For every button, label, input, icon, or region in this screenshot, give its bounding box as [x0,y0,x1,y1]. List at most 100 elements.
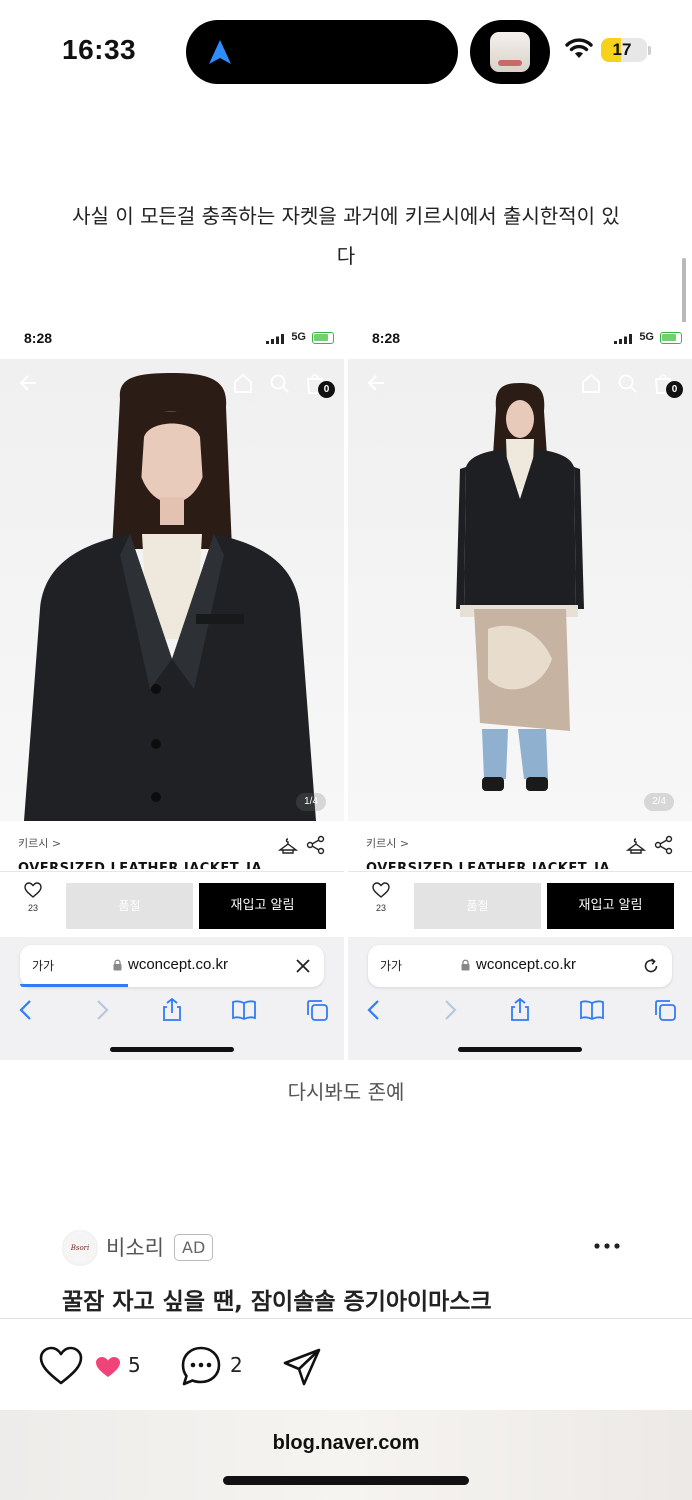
forward-icon[interactable] [88,997,114,1023]
product-photo[interactable]: 0 1/4 [0,359,344,821]
mini-battery-icon [312,332,334,344]
wishlist-count: 23 [375,903,386,913]
mini-time: 8:28 [24,330,53,346]
mini-status-bar: 8:28 5G [348,322,692,359]
lock-icon [461,959,470,971]
like-heart-icon[interactable] [38,1345,84,1387]
restock-alert-button[interactable]: 재입고 알림 [199,883,326,929]
share-sheet-icon[interactable] [159,997,185,1023]
hanger-icon[interactable] [626,835,646,855]
address-domain: wconcept.co.kr [476,956,577,973]
hanger-icon[interactable] [278,835,298,855]
brand-link[interactable]: 키르시 > [18,835,61,851]
product-name: OVERSIZED LEATHER JACKET_JA [366,861,611,869]
forward-icon[interactable] [436,997,462,1023]
model-full-body-image [456,383,584,791]
product-name: OVERSIZED LEATHER JACKET_JA [18,861,263,869]
sold-out-button: 품절 [414,883,541,929]
status-time: 16:33 [62,34,137,65]
safari-toolbar: 가가 wconcept.co.kr [348,937,692,1060]
close-icon[interactable] [294,957,312,975]
wishlist-button[interactable]: 23 [18,882,48,913]
post-action-bar: 5 2 [0,1318,692,1410]
image-pager: 1/4 [296,793,326,811]
app-thumbnail-icon [490,32,530,72]
network-label: 5G [291,331,306,343]
safari-toolbar: 가가 wconcept.co.kr [0,937,344,1060]
back-arrow-icon[interactable] [366,371,386,395]
product-brand-row: 키르시 > OVERSIZED LEATHER JACKET_JA [0,821,344,871]
tabs-icon[interactable] [304,997,330,1023]
page-load-progress [20,984,128,987]
address-domain: wconcept.co.kr [128,956,229,973]
status-bar: 16:33 17 [0,0,692,100]
product-header-icons: 0 [0,371,344,398]
signal-icon [266,334,284,344]
like-count[interactable]: 5 [128,1353,141,1377]
product-header-icons: 0 [348,371,692,398]
battery-level: 17 [612,40,632,59]
brand-link[interactable]: 키르시 > [366,835,409,851]
heart-outline-icon [372,882,390,898]
comment-count[interactable]: 2 [230,1353,243,1377]
ad-header[interactable]: Bsori 비소리 AD [62,1228,632,1266]
ad-title[interactable]: 꿀잠 자고 싶을 땐, 잠이솔솔 증기아이마스크 [62,1282,492,1316]
mini-status-bar: 8:28 5G [0,322,344,359]
product-photo[interactable]: 0 2/4 [348,359,692,821]
ad-badge: AD [174,1234,214,1261]
address-bar[interactable]: 가가 wconcept.co.kr [368,945,672,987]
embedded-screenshot[interactable]: 8:28 5G 0 2/4 키르시 > OVERSIZED LEATHER JA… [348,322,692,1060]
navigation-arrow-icon [209,40,231,64]
mini-home-indicator [110,1047,234,1052]
address-bar[interactable]: 가가 wconcept.co.kr [20,945,324,987]
battery-cap [648,46,651,55]
liked-heart-icon [96,1357,120,1377]
text-size-button[interactable]: 가가 [380,957,402,974]
cart-count-badge: 0 [318,381,335,398]
cart-count-badge: 0 [666,381,683,398]
restock-alert-button[interactable]: 재입고 알림 [547,883,674,929]
browser-nav-toolbar [348,997,692,1025]
back-icon[interactable] [362,997,388,1023]
search-icon[interactable] [616,371,638,395]
advertiser-logo: Bsori [62,1230,98,1266]
heart-outline-icon [24,882,42,898]
tabs-icon[interactable] [652,997,678,1023]
embedded-screenshot[interactable]: 8:28 5G 0 1/4 키르시 > OVERSIZED LEATHER JA… [0,322,344,1060]
sold-out-button: 품절 [66,883,193,929]
advertiser-name[interactable]: 비소리 [106,1232,164,1262]
home-icon[interactable] [232,371,254,395]
page-host[interactable]: blog.naver.com [0,1432,692,1455]
wishlist-button[interactable]: 23 [366,882,396,913]
image-pager: 2/4 [644,793,674,811]
purchase-bar: 23 품절 재입고 알림 [348,871,692,937]
wishlist-count: 23 [27,903,38,913]
mini-home-indicator [458,1047,582,1052]
bookmarks-icon[interactable] [579,997,605,1023]
more-options-icon[interactable] [590,1230,624,1262]
send-share-icon[interactable] [282,1347,322,1387]
comment-icon[interactable] [180,1345,222,1387]
back-arrow-icon[interactable] [18,371,38,395]
text-size-button[interactable]: 가가 [32,957,54,974]
share-icon[interactable] [654,835,674,855]
dynamic-island-navigation[interactable] [186,20,458,84]
search-icon[interactable] [268,371,290,395]
image-caption: 다시봐도 존예 [287,1080,405,1104]
back-icon[interactable] [14,997,40,1023]
model-close-up-image [24,373,316,821]
share-icon[interactable] [306,835,326,855]
mini-battery-icon [660,332,682,344]
lock-icon [113,959,122,971]
bookmarks-icon[interactable] [231,997,257,1023]
share-sheet-icon[interactable] [507,997,533,1023]
signal-icon [614,334,632,344]
dynamic-island-app[interactable] [470,20,550,84]
post-paragraph-line: 사실 이 모든걸 충족하는 자켓을 과거에 키르시에서 출시한적이 있 [72,204,620,228]
home-indicator[interactable] [223,1476,469,1485]
mini-time: 8:28 [372,330,401,346]
home-icon[interactable] [580,371,602,395]
reload-icon[interactable] [642,957,660,975]
network-label: 5G [639,331,654,343]
wifi-icon [565,38,593,58]
